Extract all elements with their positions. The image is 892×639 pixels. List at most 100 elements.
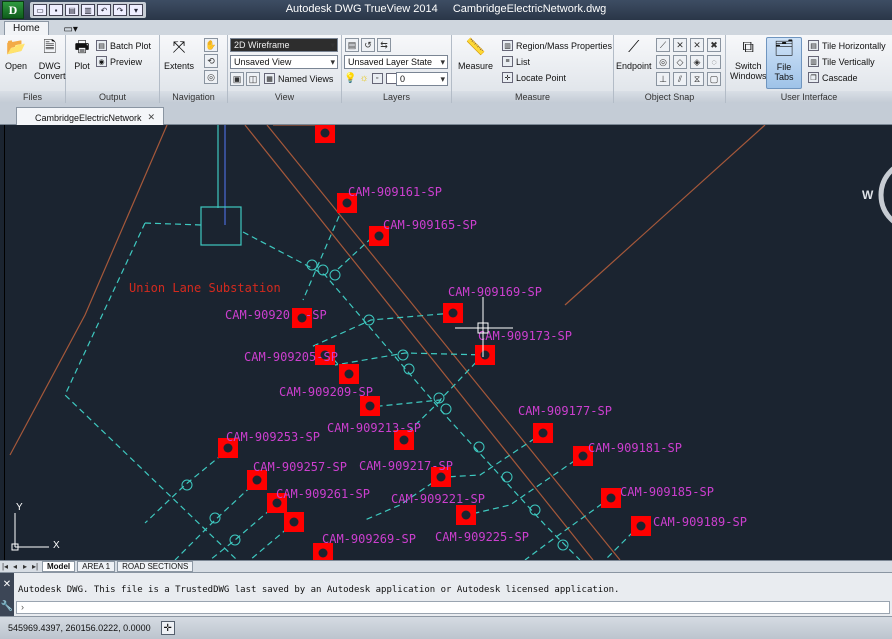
- application-menu-button[interactable]: D: [2, 1, 24, 19]
- boundary-line: [564, 125, 766, 306]
- sun-icon: ☼: [359, 73, 369, 84]
- file-tabs-button[interactable]: 🗂 File Tabs: [766, 37, 802, 89]
- cable-line: [444, 432, 544, 478]
- node-snap-icon[interactable]: ◌: [707, 55, 721, 69]
- layer-toggles[interactable]: 💡 ☼ ▫: [344, 73, 397, 84]
- service-point-label-suffix: -SP: [305, 308, 327, 322]
- steering-wheel-icon[interactable]: ◎: [204, 70, 218, 84]
- next-layout-icon[interactable]: ▸: [20, 562, 30, 571]
- service-point-marker[interactable]: [284, 512, 304, 532]
- batch-plot-button[interactable]: ▤ Batch Plot: [96, 40, 151, 51]
- service-point-marker[interactable]: [533, 423, 553, 443]
- viewcube-compass[interactable]: W: [862, 161, 892, 229]
- center-snap-icon[interactable]: ◎: [656, 55, 670, 69]
- cable-line: [466, 454, 584, 516]
- command-line-handle[interactable]: ✕ 🔧: [0, 573, 14, 617]
- current-layer-dropdown[interactable]: 0: [396, 72, 448, 86]
- document-tab[interactable]: CambridgeElectricNetwork ✕: [16, 107, 165, 125]
- list-button[interactable]: ≡ List: [502, 56, 530, 67]
- last-layout-icon[interactable]: ▸|: [30, 562, 40, 571]
- locate-point-button[interactable]: ✛ Locate Point: [502, 72, 566, 83]
- tangent-snap-icon[interactable]: ◈: [690, 55, 704, 69]
- redo-icon[interactable]: ↷: [113, 4, 127, 16]
- joint-circle: [229, 534, 241, 546]
- view-box-icon[interactable]: ◫: [246, 72, 260, 86]
- intersection-snap-icon[interactable]: ✕: [673, 38, 687, 52]
- saved-view-dropdown[interactable]: Unsaved View: [230, 55, 338, 69]
- substation-box[interactable]: [200, 206, 242, 246]
- service-point-marker[interactable]: [315, 125, 335, 143]
- printer-icon: 🖶: [74, 39, 90, 56]
- pan-icon[interactable]: ✋: [204, 38, 218, 52]
- prev-layout-icon[interactable]: ◂: [10, 562, 20, 571]
- panel-user-interface: ⧉ Switch Windows 🗂 File Tabs ▤ Tile Hori…: [726, 35, 892, 103]
- quadrant-snap-icon[interactable]: ◇: [673, 55, 687, 69]
- service-point-marker[interactable]: [631, 516, 651, 536]
- layer-properties-icon[interactable]: ▤: [345, 38, 359, 52]
- drawing-area[interactable]: Union Lane Substation CAM-909161-SP CAM-…: [4, 125, 892, 560]
- save-icon[interactable]: ▪: [49, 4, 63, 16]
- close-icon[interactable]: ✕: [3, 579, 11, 590]
- endpoint-snap-icon: ⟋: [628, 39, 640, 56]
- first-layout-icon[interactable]: |◂: [0, 562, 10, 571]
- service-point-marker[interactable]: [339, 364, 359, 384]
- parallel-snap-icon[interactable]: ⫽: [673, 72, 687, 86]
- service-point-marker[interactable]: [601, 488, 621, 508]
- service-point-marker[interactable]: [475, 345, 495, 365]
- visual-style-dropdown[interactable]: 2D Wireframe: [230, 38, 338, 52]
- panel-title-view: View: [228, 91, 341, 103]
- dwg-convert-button[interactable]: 🗎 DWG Convert: [34, 37, 66, 82]
- service-point-labels: CAM-909161-SP CAM-909165-SP CAM-909169-S…: [225, 185, 747, 546]
- plot-icon[interactable]: ▤: [65, 4, 79, 16]
- plot-button[interactable]: 🖶 Plot: [70, 37, 94, 72]
- command-input[interactable]: ›: [16, 601, 890, 614]
- nearest-snap-icon[interactable]: ⧖: [690, 72, 704, 86]
- insert-snap-icon[interactable]: ▢: [707, 72, 721, 86]
- service-point-marker[interactable]: [456, 505, 476, 525]
- command-history: Autodesk DWG. This file is a TrustedDWG …: [18, 585, 620, 595]
- extents-button[interactable]: ⤧ Extents: [164, 37, 194, 72]
- named-views-button[interactable]: ▦ Named Views: [264, 73, 333, 84]
- region-mass-properties-button[interactable]: ▥ Region/Mass Properties: [502, 40, 612, 51]
- open-icon[interactable]: ▭: [33, 4, 47, 16]
- tile-vertically-button[interactable]: ▥ Tile Vertically: [808, 56, 875, 67]
- ribbon-minimize-icon[interactable]: ▭▾: [61, 23, 81, 35]
- switch-windows-button[interactable]: ⧉ Switch Windows: [730, 37, 767, 82]
- cascade-button[interactable]: ❐ Cascade: [808, 72, 858, 83]
- service-point-marker[interactable]: [443, 303, 463, 323]
- open-button[interactable]: 📂 Open: [4, 37, 28, 72]
- coordinate-readout[interactable]: 545969.4397, 260156.0222, 0.0000: [8, 623, 151, 633]
- tab-model[interactable]: Model: [42, 561, 76, 572]
- layer-previous-icon[interactable]: ↺: [361, 38, 375, 52]
- pan-icon[interactable]: ✛: [160, 621, 175, 635]
- panel-view: 2D Wireframe Unsaved View ▣ ◫ ▦ Named Vi…: [228, 35, 342, 103]
- tab-area-1[interactable]: AREA 1: [77, 561, 116, 572]
- cable-line: [334, 352, 488, 366]
- orbit-icon[interactable]: ⟲: [204, 54, 218, 68]
- perpendicular-snap-icon[interactable]: ⊥: [656, 72, 670, 86]
- layer-walk-icon[interactable]: ⇆: [377, 38, 391, 52]
- tab-home[interactable]: Home: [4, 21, 49, 35]
- ucs-icon: Y X: [11, 502, 60, 551]
- wrench-icon[interactable]: 🔧: [1, 601, 13, 612]
- midpoint-snap-icon[interactable]: ⟋: [656, 38, 670, 52]
- clear-snaps-icon[interactable]: ✖: [707, 38, 721, 52]
- service-point-label: CAM-909253-SP: [226, 430, 320, 444]
- service-point-label: CAM-90920: [225, 308, 290, 322]
- tile-horizontally-button[interactable]: ▤ Tile Horizontally: [808, 40, 886, 51]
- view-cube-icon[interactable]: ▣: [230, 72, 244, 86]
- qat-dropdown-icon[interactable]: ▾: [129, 4, 143, 16]
- app-title: Autodesk DWG TrueView 2014: [285, 3, 438, 15]
- apparent-snap-icon[interactable]: ✕: [690, 38, 704, 52]
- service-point-marker[interactable]: [360, 396, 380, 416]
- endpoint-button[interactable]: ⟋ Endpoint: [616, 37, 652, 72]
- drawing-svg: Union Lane Substation CAM-909161-SP CAM-…: [9, 125, 892, 560]
- preview-button[interactable]: ◉ Preview: [96, 56, 142, 67]
- tab-road-sections[interactable]: ROAD SECTIONS: [117, 561, 194, 572]
- close-icon[interactable]: ✕: [148, 112, 156, 123]
- undo-icon[interactable]: ↶: [97, 4, 111, 16]
- print-icon[interactable]: ▥: [81, 4, 95, 16]
- panel-measure: 📏 Measure ▥ Region/Mass Properties ≡ Lis…: [452, 35, 614, 103]
- measure-button[interactable]: 📏 Measure: [458, 37, 493, 72]
- layer-state-dropdown[interactable]: Unsaved Layer State: [344, 55, 448, 69]
